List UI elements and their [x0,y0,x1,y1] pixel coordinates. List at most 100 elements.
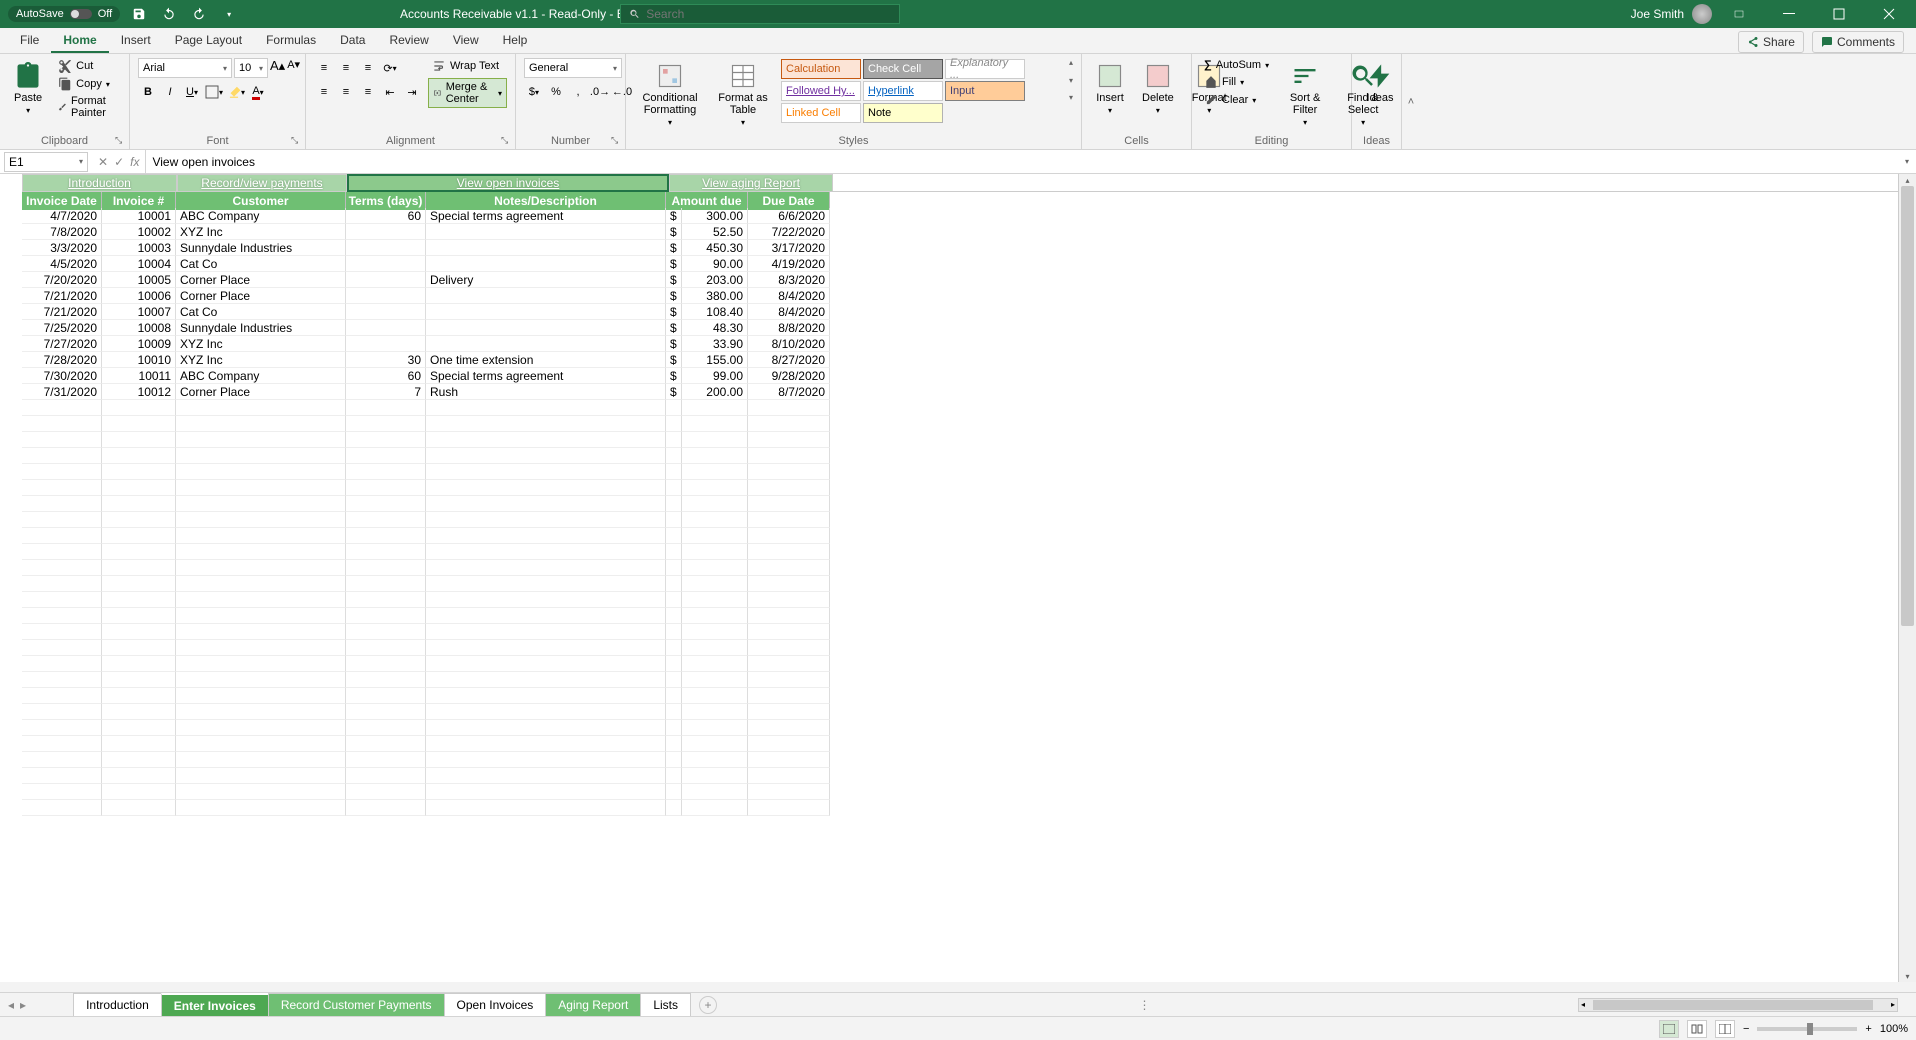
align-center-icon[interactable]: ≡ [336,82,356,102]
dialog-launcher-icon[interactable]: ⤡ [291,135,303,147]
cell[interactable] [426,304,666,320]
table-row[interactable]: 7/27/202010009XYZ Inc$33.908/10/2020 [0,336,1898,352]
cell[interactable] [666,720,682,736]
cell[interactable] [426,736,666,752]
cell[interactable] [748,640,830,656]
cell[interactable] [176,432,346,448]
format-as-table-button[interactable]: Format as Table▾ [712,58,774,131]
cell[interactable] [426,608,666,624]
cell[interactable] [426,624,666,640]
cell[interactable] [748,768,830,784]
table-row[interactable] [0,448,1898,464]
cell[interactable] [682,592,748,608]
table-row[interactable] [0,528,1898,544]
cell[interactable] [22,720,102,736]
table-row[interactable] [0,560,1898,576]
cell[interactable] [748,448,830,464]
cell[interactable] [748,608,830,624]
cell[interactable] [682,624,748,640]
cell[interactable] [748,720,830,736]
cell[interactable] [748,560,830,576]
cell[interactable] [346,416,426,432]
ribbon-tab-help[interactable]: Help [491,29,540,53]
cell[interactable] [22,448,102,464]
cell[interactable] [682,448,748,464]
cell[interactable]: $ [666,352,682,368]
cell[interactable] [426,592,666,608]
cell[interactable] [346,704,426,720]
cell[interactable]: 7/21/2020 [22,288,102,304]
cell[interactable] [666,592,682,608]
cell[interactable] [346,432,426,448]
cell[interactable] [748,576,830,592]
cell[interactable] [682,608,748,624]
cell[interactable] [22,496,102,512]
cell[interactable] [426,400,666,416]
cell[interactable]: 10012 [102,384,176,400]
cell[interactable]: Corner Place [176,384,346,400]
ribbon-tab-view[interactable]: View [441,29,491,53]
increase-indent-icon[interactable]: ⇥ [402,82,422,102]
cell[interactable] [426,224,666,240]
cell[interactable] [22,480,102,496]
cell-style[interactable]: Input [945,81,1025,101]
cell[interactable] [102,800,176,816]
table-row[interactable] [0,640,1898,656]
cell[interactable] [102,704,176,720]
cell[interactable]: 300.00 [682,208,748,224]
cell[interactable] [682,656,748,672]
cell[interactable] [176,464,346,480]
cell[interactable] [102,768,176,784]
cell[interactable] [682,768,748,784]
cell[interactable] [102,784,176,800]
orientation-icon[interactable]: ⟳▾ [380,58,400,78]
cell[interactable]: 60 [346,208,426,224]
cell[interactable] [22,576,102,592]
cell[interactable]: $ [666,304,682,320]
table-row[interactable]: 7/21/202010007Cat Co$108.408/4/2020 [0,304,1898,320]
sheet-tab[interactable]: Enter Invoices [161,993,269,1017]
cell[interactable]: 7/31/2020 [22,384,102,400]
cell[interactable]: 10010 [102,352,176,368]
cell[interactable] [102,672,176,688]
cell[interactable] [426,528,666,544]
cell[interactable]: XYZ Inc [176,352,346,368]
cell[interactable] [748,736,830,752]
cell[interactable] [682,736,748,752]
cell[interactable] [682,480,748,496]
cell[interactable] [22,752,102,768]
cell[interactable] [176,784,346,800]
cell[interactable]: 7/22/2020 [748,224,830,240]
cell[interactable] [666,672,682,688]
tab-prev-icon[interactable]: ◂ [8,998,14,1012]
cell[interactable] [22,560,102,576]
cell[interactable] [748,544,830,560]
cell[interactable]: 7/28/2020 [22,352,102,368]
cell[interactable] [666,736,682,752]
sort-filter-button[interactable]: Sort & Filter▾ [1279,58,1331,131]
cell[interactable]: 30 [346,352,426,368]
cell[interactable] [22,704,102,720]
cell[interactable] [176,448,346,464]
cell[interactable]: 10003 [102,240,176,256]
cell[interactable]: Corner Place [176,288,346,304]
cell[interactable] [102,656,176,672]
horizontal-scrollbar[interactable]: ◂ ▸ [1578,998,1898,1012]
increase-decimal-icon[interactable]: .0→ [590,82,610,102]
collapse-ribbon-icon[interactable]: ˄ [1402,54,1420,149]
nav-link[interactable]: View open invoices [347,174,669,192]
cell[interactable] [426,688,666,704]
cell[interactable]: 33.90 [682,336,748,352]
cell[interactable] [682,704,748,720]
cell[interactable]: 9/28/2020 [748,368,830,384]
cell[interactable] [22,624,102,640]
cell[interactable]: 108.40 [682,304,748,320]
conditional-formatting-button[interactable]: Conditional Formatting▾ [634,58,706,131]
table-row[interactable] [0,752,1898,768]
cell[interactable] [176,624,346,640]
dialog-launcher-icon[interactable]: ⤡ [611,135,623,147]
cell[interactable]: 7/25/2020 [22,320,102,336]
cell[interactable] [22,800,102,816]
underline-button[interactable]: U▾ [182,82,202,102]
cell[interactable] [346,480,426,496]
